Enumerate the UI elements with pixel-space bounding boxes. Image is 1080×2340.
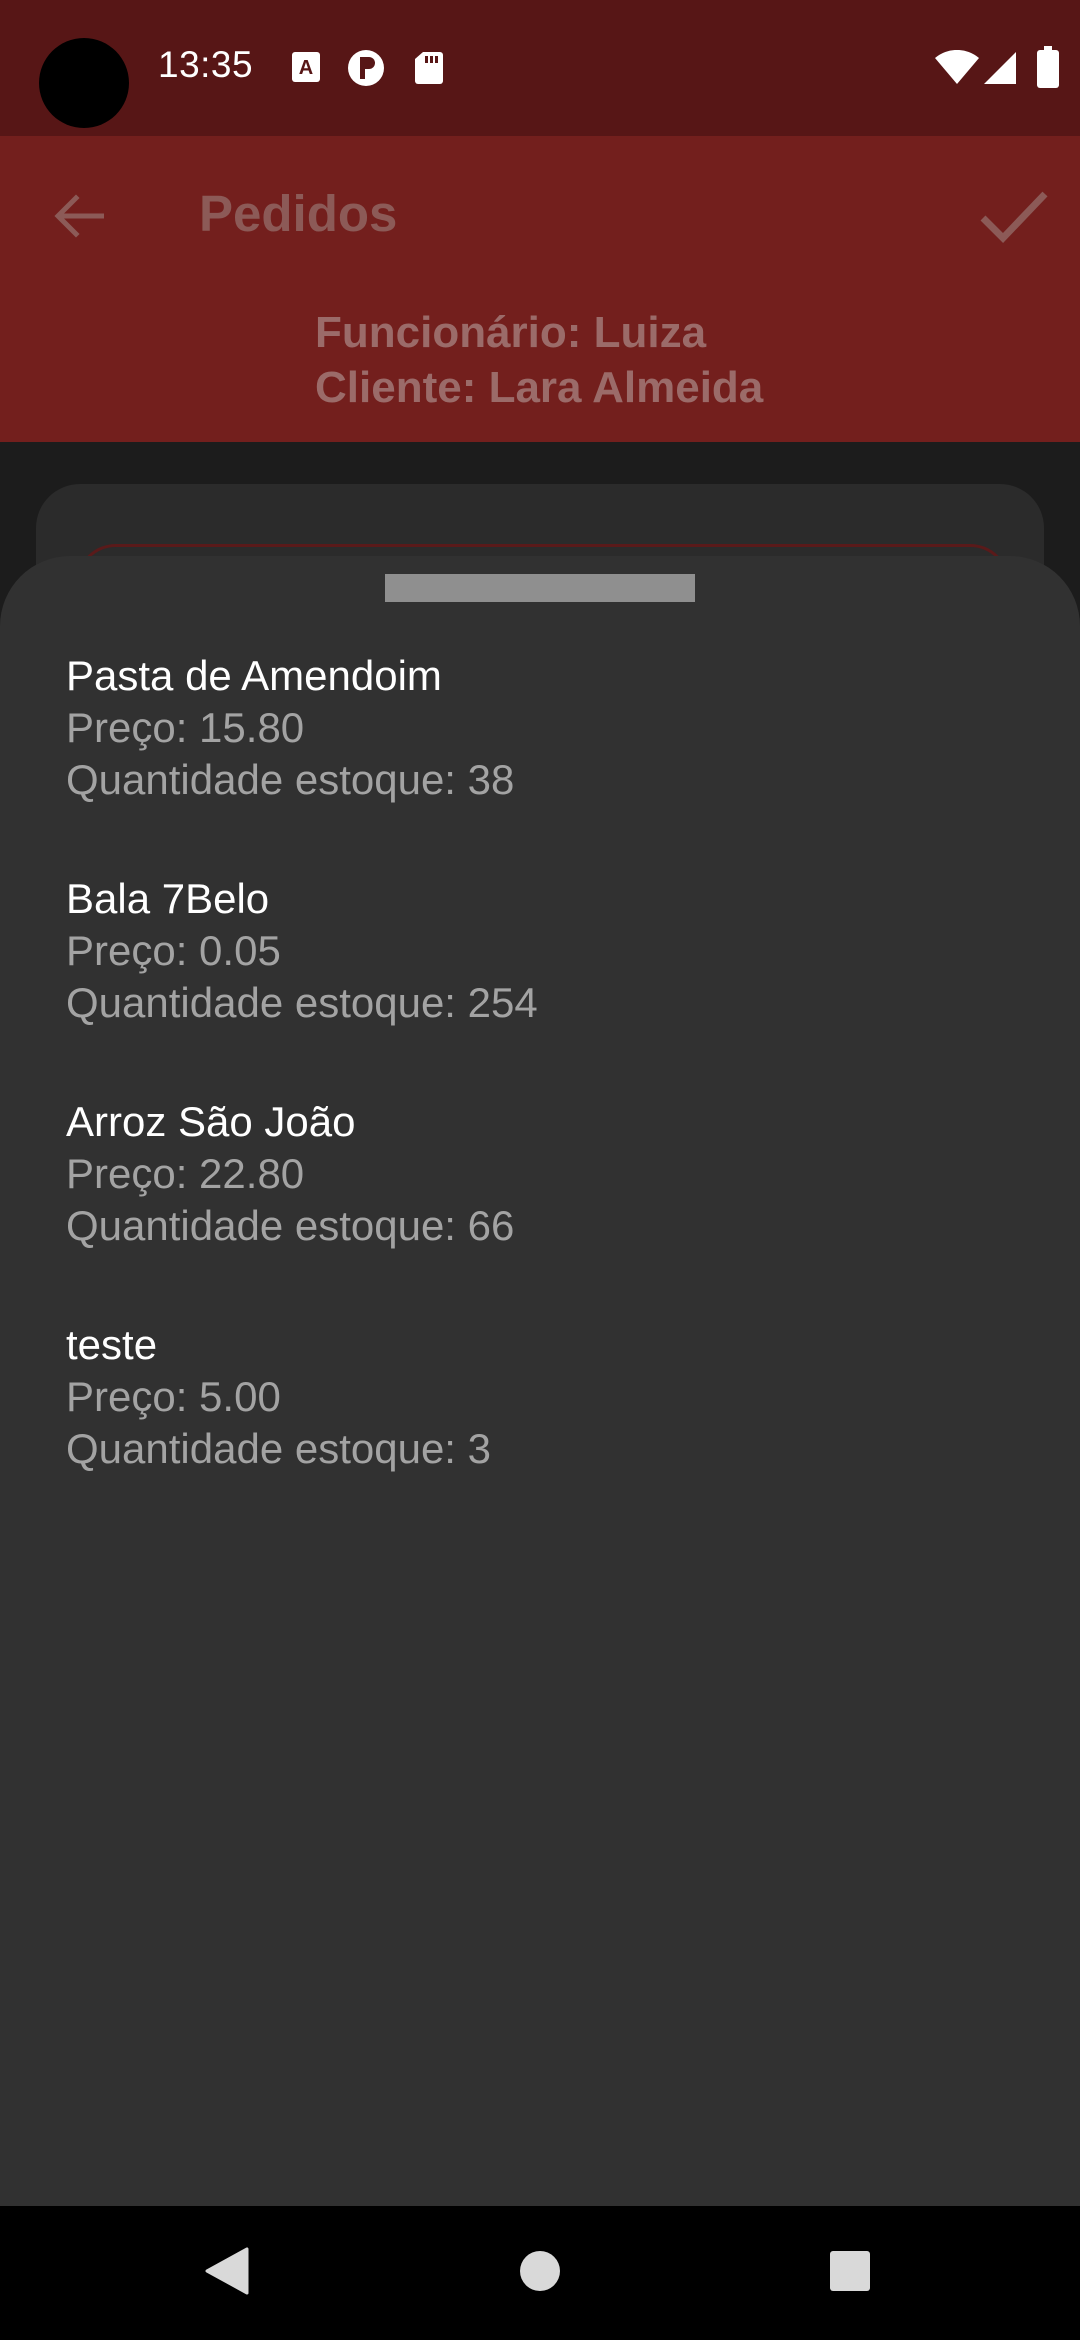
product-name: Pasta de Amendoim xyxy=(66,652,442,699)
nav-back-button[interactable] xyxy=(176,2226,276,2320)
page-title: Pedidos xyxy=(199,185,398,242)
product-name: Arroz São João xyxy=(66,1098,356,1145)
product-name: teste xyxy=(66,1321,158,1368)
nav-back-icon xyxy=(203,2247,249,2300)
confirm-button[interactable] xyxy=(968,172,1060,264)
signal-icon xyxy=(982,50,1018,91)
nav-recents-icon xyxy=(828,2249,872,2298)
product-stock: Quantidade estoque: 3 xyxy=(66,1425,492,1472)
product-item[interactable]: Bala 7Belo Preço: 0.05 Quantidade estoqu… xyxy=(0,873,1080,1096)
product-item[interactable]: Arroz São João Preço: 22.80 Quantidade e… xyxy=(0,1096,1080,1319)
system-nav-bar xyxy=(0,2206,1080,2340)
product-stock: Quantidade estoque: 38 xyxy=(66,756,515,803)
nav-recents-button[interactable] xyxy=(800,2226,900,2320)
product-list: Pasta de Amendoim Preço: 15.80 Quantidad… xyxy=(0,650,1080,1542)
app-bar: Pedidos Funcionário: Luiza Cliente: Lara… xyxy=(0,136,1080,442)
sd-card-icon xyxy=(414,50,444,91)
product-bottom-sheet: Pasta de Amendoim Preço: 15.80 Quantidad… xyxy=(0,556,1080,2206)
product-name: Bala 7Belo xyxy=(66,875,270,922)
arrow-back-icon xyxy=(52,193,105,243)
product-item[interactable]: Pasta de Amendoim Preço: 15.80 Quantidad… xyxy=(0,650,1080,873)
battery-icon xyxy=(1036,46,1060,93)
status-time: 13:35 xyxy=(158,44,254,85)
status-bar: 13:35 A xyxy=(0,0,1080,136)
employee-label: Funcionário: Luiza xyxy=(315,308,707,357)
p-circle-icon xyxy=(346,48,386,93)
drag-handle[interactable] xyxy=(385,574,695,602)
product-price: Preço: 22.80 xyxy=(66,1150,305,1197)
product-price: Preço: 5.00 xyxy=(66,1373,281,1420)
product-stock: Quantidade estoque: 254 xyxy=(66,979,538,1026)
product-price: Preço: 0.05 xyxy=(66,927,281,974)
product-stock: Quantidade estoque: 66 xyxy=(66,1202,515,1249)
camera-cutout xyxy=(39,38,129,128)
nav-home-icon xyxy=(518,2249,562,2298)
nav-home-button[interactable] xyxy=(490,2226,590,2320)
product-price: Preço: 15.80 xyxy=(66,704,305,751)
wifi-icon xyxy=(934,49,980,91)
product-item[interactable]: teste Preço: 5.00 Quantidade estoque: 3 xyxy=(0,1319,1080,1542)
svg-text:A: A xyxy=(299,57,313,79)
a-square-icon: A xyxy=(290,50,322,89)
screen: 13:35 A Pedidos Funcionário: Luiza Clien… xyxy=(0,0,1080,2340)
check-icon xyxy=(979,188,1049,249)
back-button[interactable] xyxy=(36,176,120,260)
client-label: Cliente: Lara Almeida xyxy=(315,363,764,412)
